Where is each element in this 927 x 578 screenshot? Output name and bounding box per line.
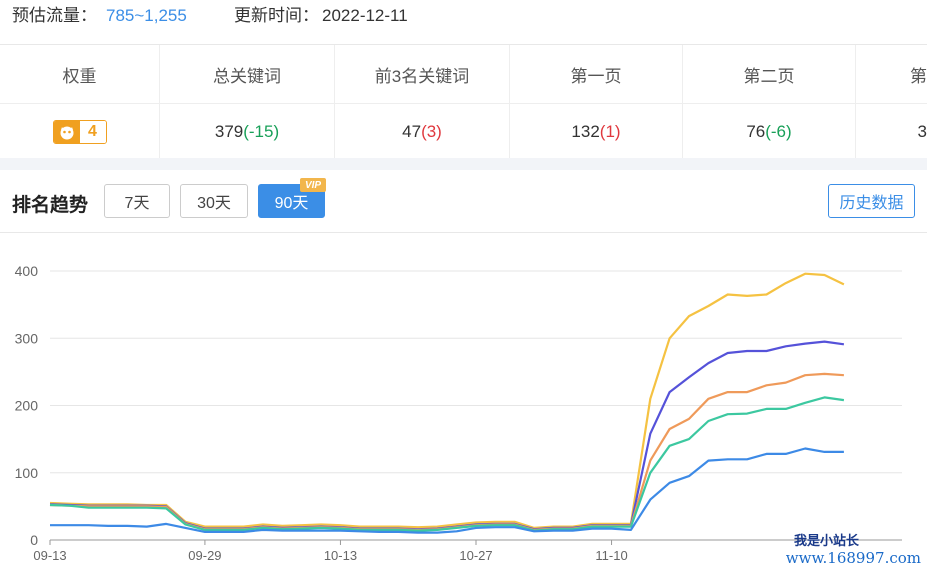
update-value: 2022-12-11	[322, 6, 408, 25]
axis-layer: 0 100 200 300 400 09-13 09-29 10-13 10-27 11-10	[15, 263, 628, 563]
header-page-three: 第	[910, 66, 927, 86]
section-divider	[0, 158, 927, 170]
x-tick-label: 11-10	[595, 548, 627, 563]
trend-controls: 排名趋势 7天 30天 90天 VIP 历史数据	[0, 170, 927, 233]
series-line-5	[50, 447, 844, 534]
y-tick-label: 0	[30, 532, 38, 548]
page-two-cell: 76 (-6)	[683, 104, 856, 160]
traffic-value: 785~1,255	[106, 6, 187, 25]
y-tick-label: 200	[15, 398, 39, 414]
header-total-keywords: 总关键词	[160, 45, 335, 103]
x-tick-label: 09-13	[33, 548, 66, 563]
vip-badge: VIP	[300, 178, 326, 192]
summary-bar: 预估流量： 785~1,255 更新时间： 2022-12-11	[0, 0, 927, 44]
series-line-4	[49, 396, 845, 532]
x-tick-label: 09-29	[188, 548, 221, 563]
total-keywords-delta: (-15)	[243, 122, 280, 141]
table-row: 4 379 (-15) 47 (3) 132 (1) 76 (-6) 3	[0, 103, 927, 160]
page-two-value: 76	[746, 122, 766, 141]
page-one-value: 132	[571, 122, 600, 141]
top3-keywords-delta: (3)	[421, 122, 442, 141]
top3-keywords-cell: 47 (3)	[335, 104, 510, 160]
y-tick-label: 100	[15, 465, 39, 481]
page-three-value: 3	[917, 122, 927, 141]
watermark-title: 我是小站长	[793, 534, 859, 549]
page-two-delta: (-6)	[765, 122, 792, 141]
top3-keywords-value: 47	[402, 122, 422, 141]
total-keywords-value: 379	[214, 122, 244, 141]
history-data-button[interactable]: 历史数据	[828, 184, 915, 218]
header-page-one: 第一页	[510, 45, 683, 103]
range-7d-button[interactable]: 7天	[104, 184, 170, 218]
watermark-url: www.168997.com	[785, 549, 921, 567]
watermark: 我是小站长 www.168997.com	[786, 530, 921, 567]
page-three-cell: 3	[856, 104, 927, 160]
range-30d-button[interactable]: 30天	[180, 184, 248, 218]
series-line-2	[49, 340, 845, 531]
weight-cell: 4	[0, 104, 160, 160]
header-page-two: 第二页	[683, 45, 856, 103]
weight-value: 4	[79, 121, 106, 143]
header-top3-keywords: 前3名关键词	[335, 45, 510, 103]
grid-layer	[50, 270, 902, 541]
trend-title: 排名趋势	[12, 195, 89, 216]
series-layer	[49, 272, 845, 534]
page-one-cell: 132 (1)	[510, 104, 683, 160]
x-tick-label: 10-13	[324, 548, 357, 563]
table-header: 权重 总关键词 前3名关键词 第一页 第二页 第	[0, 45, 927, 103]
x-tick-label: 10-27	[459, 548, 492, 563]
y-tick-label: 300	[15, 330, 39, 346]
y-tick-label: 400	[15, 263, 39, 279]
page-one-delta: (1)	[599, 122, 621, 141]
traffic-label: 预估流量：	[12, 6, 97, 25]
series-line-1	[49, 272, 845, 529]
header-weight: 权重	[0, 45, 160, 103]
total-keywords-cell: 379 (-15)	[160, 104, 335, 160]
weight-badge[interactable]: 4	[52, 120, 107, 144]
weight-logo-icon	[53, 121, 80, 143]
update-label: 更新时间：	[234, 6, 319, 25]
keyword-stats-table: 权重 总关键词 前3名关键词 第一页 第二页 第 4 379 (-15) 47 (3…	[0, 44, 927, 160]
ranking-trend-chart: 0 100 200 300 400 09-13 09-29 10-13 10-27 11-10	[15, 263, 902, 563]
